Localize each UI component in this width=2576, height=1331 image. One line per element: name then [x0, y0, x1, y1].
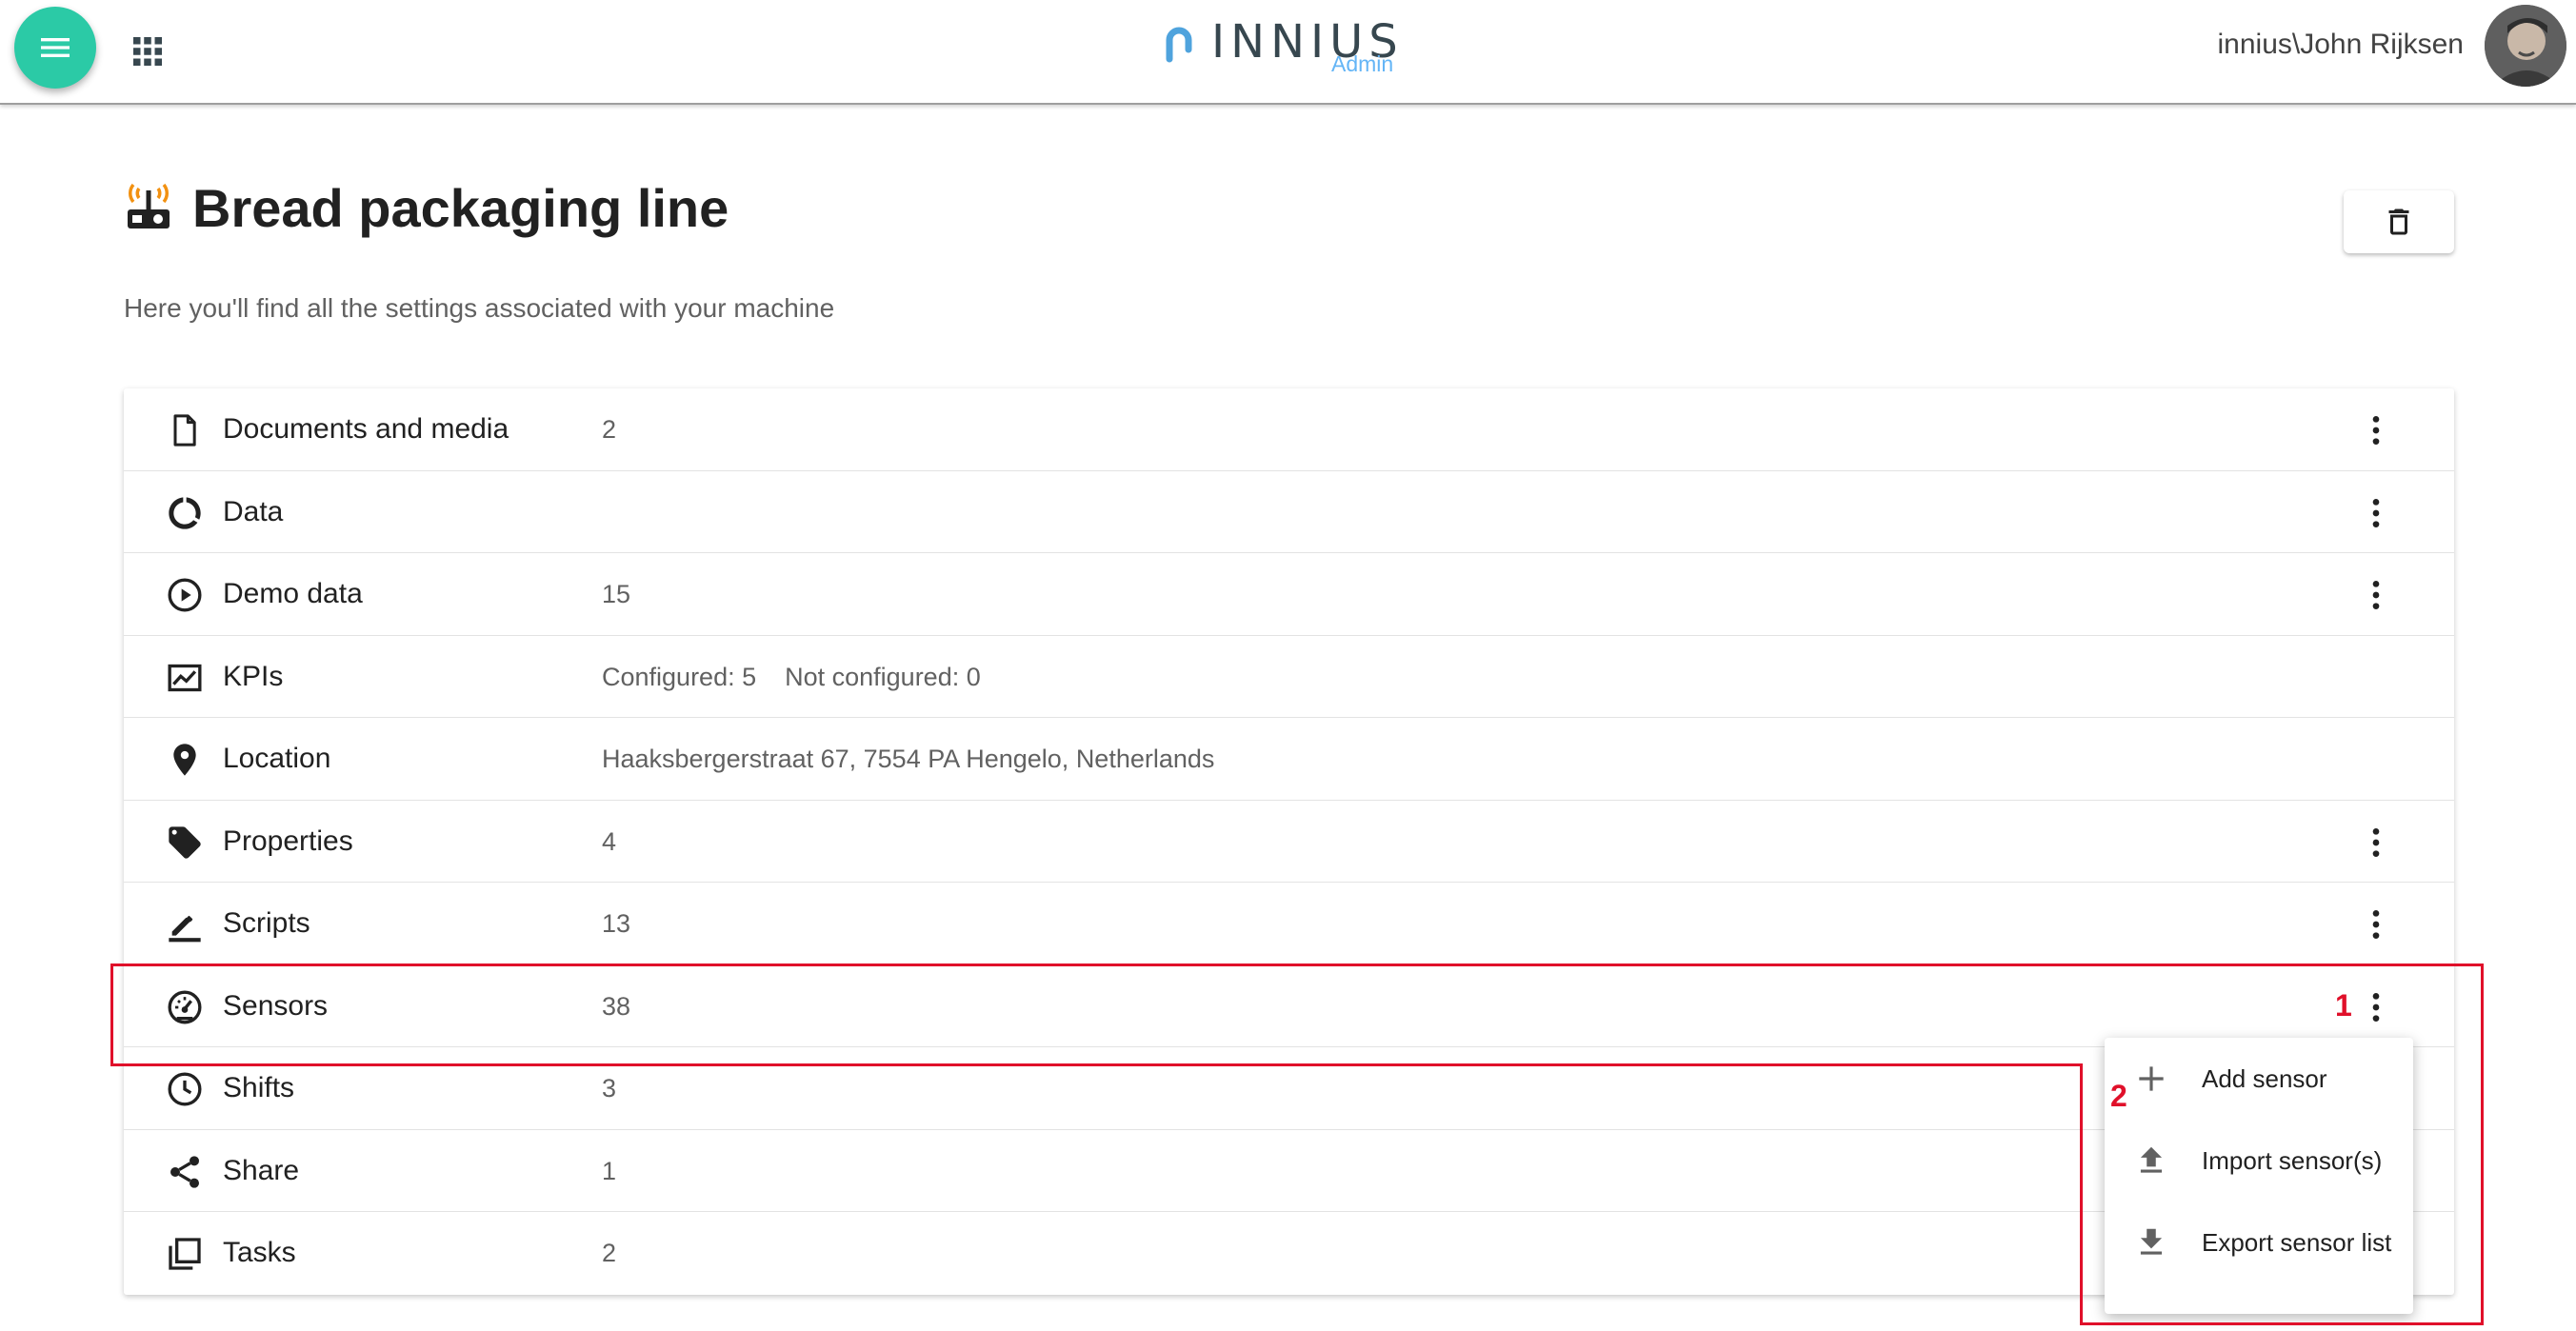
upload-icon: [2140, 1146, 2163, 1173]
settings-row-demo-data[interactable]: Demo data 15: [124, 553, 2454, 636]
settings-row-value: 1: [602, 1156, 617, 1185]
share-icon: [166, 1153, 204, 1191]
gauge-icon: [166, 988, 204, 1026]
more-vert-icon[interactable]: [2357, 576, 2395, 614]
settings-row-label: Sensors: [223, 989, 329, 1022]
top-app-bar: INNIUS Admin innius\John Rijksen: [0, 0, 2576, 105]
user-photo-icon: [2485, 5, 2566, 87]
avatar[interactable]: [2485, 5, 2566, 87]
page-subtitle: Here you'll find all the settings associ…: [124, 293, 835, 323]
pencil-icon: [166, 905, 204, 944]
tasks-icon: [166, 1235, 204, 1273]
play-circle-icon: [166, 576, 204, 614]
trend-chart-icon: [166, 659, 204, 697]
more-vert-icon[interactable]: [2357, 988, 2395, 1026]
sensor-actions-menu: Add sensor Import sensor(s) Export senso…: [2105, 1038, 2413, 1314]
settings-row-label: KPIs: [223, 660, 284, 692]
annotation-step-1: 1: [2335, 988, 2352, 1023]
annotation-outline: [2080, 1063, 2083, 1325]
menu-item-export-sensor-list[interactable]: Export sensor list: [2105, 1202, 2413, 1283]
settings-row-kpis[interactable]: KPIs Configured: 5 Not configured: 0: [124, 636, 2454, 718]
settings-row-label: Demo data: [223, 578, 363, 609]
settings-row-scripts[interactable]: Scripts 13: [124, 883, 2454, 965]
settings-row-properties[interactable]: Properties 4: [124, 801, 2454, 883]
hamburger-icon: [41, 38, 70, 57]
settings-row-value: 2: [602, 1239, 617, 1267]
settings-row-label: Properties: [223, 824, 353, 857]
innius-logo-mark-icon: [1166, 27, 1192, 63]
settings-row-value: 13: [602, 909, 631, 938]
settings-row-sensors[interactable]: Sensors 38: [124, 965, 2454, 1047]
machine-icon: [128, 183, 170, 228]
settings-row-label: Data: [223, 495, 284, 527]
menu-item-label: Import sensor(s): [2202, 1146, 2383, 1175]
logo-subtitle: Admin: [1331, 51, 1394, 76]
settings-row-value: 3: [602, 1074, 617, 1103]
plus-icon: [2139, 1066, 2164, 1091]
apps-grid-icon: [133, 37, 162, 66]
settings-row-data[interactable]: Data: [124, 471, 2454, 553]
settings-row-label: Share: [223, 1154, 300, 1186]
more-vert-icon[interactable]: [2357, 494, 2395, 532]
more-vert-icon[interactable]: [2357, 824, 2395, 862]
settings-row-label: Tasks: [223, 1237, 296, 1268]
tag-icon: [166, 824, 204, 862]
menu-item-label: Export sensor list: [2202, 1228, 2392, 1257]
clock-icon: [166, 1070, 204, 1108]
menu-item-label: Add sensor: [2202, 1064, 2327, 1093]
annotation-outline: [110, 1063, 2083, 1066]
settings-row-value: Haaksbergerstraat 67, 7554 PA Hengelo, N…: [602, 745, 1215, 773]
user-name[interactable]: innius\John Rijksen: [2218, 29, 2464, 61]
menu-item-import-sensors[interactable]: Import sensor(s): [2105, 1120, 2413, 1202]
download-icon: [2140, 1228, 2163, 1255]
settings-row-value: 2: [602, 415, 617, 444]
settings-row-value: 15: [602, 580, 631, 608]
settings-row-label: Documents and media: [223, 413, 509, 445]
delete-machine-button[interactable]: [2344, 190, 2454, 253]
main-menu-button[interactable]: [14, 7, 96, 89]
page-title: Bread packaging line: [192, 178, 729, 238]
innius-logo[interactable]: INNIUS Admin: [1160, 13, 1408, 76]
settings-row-location[interactable]: Location Haaksbergerstraat 67, 7554 PA H…: [124, 718, 2454, 801]
document-icon: [166, 411, 204, 449]
annotation-step-2: 2: [2110, 1079, 2127, 1113]
more-vert-icon[interactable]: [2357, 905, 2395, 944]
location-pin-icon: [166, 741, 204, 779]
annotation-outline: [110, 963, 2484, 966]
annotation-outline: [110, 963, 113, 1066]
settings-row-label: Shifts: [223, 1072, 295, 1103]
apps-grid-button[interactable]: [130, 34, 165, 69]
settings-row-value: 38: [602, 991, 631, 1021]
menu-item-add-sensor[interactable]: Add sensor: [2105, 1038, 2413, 1120]
annotation-outline: [2080, 1322, 2484, 1325]
annotation-outline: [2481, 963, 2484, 1325]
more-vert-icon[interactable]: [2357, 411, 2395, 449]
settings-row-value: Configured: 5 Not configured: 0: [602, 662, 981, 691]
settings-row-documents-and-media[interactable]: Documents and media 2: [124, 388, 2454, 471]
settings-row-label: Location: [223, 743, 331, 774]
trash-icon: [2388, 209, 2409, 235]
data-ring-icon: [166, 494, 204, 532]
settings-row-label: Scripts: [223, 907, 310, 939]
settings-row-value: 4: [602, 826, 617, 856]
